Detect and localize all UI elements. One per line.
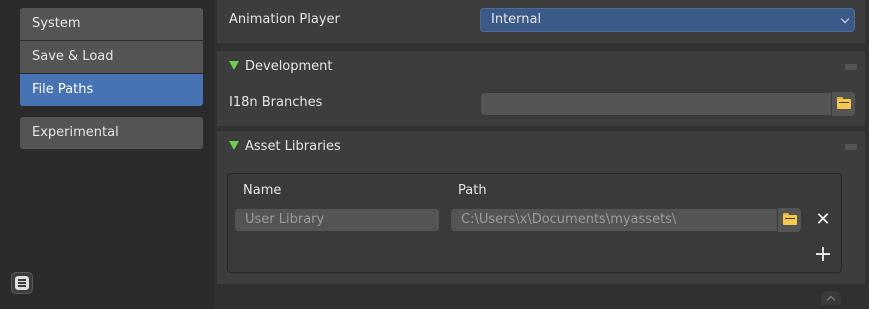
plus-icon: + [813,242,833,267]
nav-experimental-label: Experimental [32,125,119,140]
file-paths-panel: Animation Player Internal Development I1… [214,0,869,309]
folder-icon [836,97,851,109]
expand-triangle-icon [229,61,239,70]
development-title: Development [245,59,333,74]
hamburger-menu-button[interactable] [11,272,33,294]
nav-file-paths[interactable]: File Paths [20,74,203,106]
close-icon: ✕ [815,209,831,230]
chevron-up-icon [826,295,836,305]
nav-experimental[interactable]: Experimental [20,117,203,149]
hamburger-icon [15,276,29,290]
folder-icon [782,213,797,225]
chevron-down-icon [840,14,850,24]
development-panel-header[interactable]: Development [217,51,865,82]
asset-libraries-panel-header[interactable]: Asset Libraries [217,131,865,162]
asset-libraries-title: Asset Libraries [245,139,341,154]
nav-system[interactable]: System [20,8,203,40]
i18n-branches-label: I18n Branches [229,95,323,110]
add-library-button[interactable]: + [813,242,833,267]
nav-file-paths-label: File Paths [32,82,94,97]
i18n-branches-row: I18n Branches [217,82,865,126]
name-column-header: Name [243,183,282,198]
library-path-browse-button[interactable] [777,208,801,232]
preferences-sidebar: System Save & Load File Paths Experiment… [0,0,214,309]
library-name-input[interactable]: User Library [234,208,440,232]
remove-library-button[interactable]: ✕ [813,210,833,230]
animation-player-value: Internal [491,12,542,27]
path-column-header: Path [458,183,487,198]
i18n-branches-input[interactable] [480,92,832,116]
nav-save-load[interactable]: Save & Load [20,41,203,73]
i18n-browse-button[interactable] [831,92,855,116]
drag-grip-icon[interactable] [845,64,857,70]
asset-library-list: Name Path User Library C:\Users\x\Docume… [227,173,842,273]
drag-grip-icon[interactable] [845,144,857,150]
nav-system-label: System [32,16,81,31]
animation-player-dropdown[interactable]: Internal [480,8,855,32]
library-path-input[interactable]: C:\Users\x\Documents\myassets\ [450,208,778,232]
scroll-up-button[interactable] [821,291,841,305]
animation-player-row: Animation Player Internal [217,0,865,43]
animation-player-label: Animation Player [229,12,340,27]
nav-save-load-label: Save & Load [32,49,114,64]
expand-triangle-icon [229,141,239,150]
